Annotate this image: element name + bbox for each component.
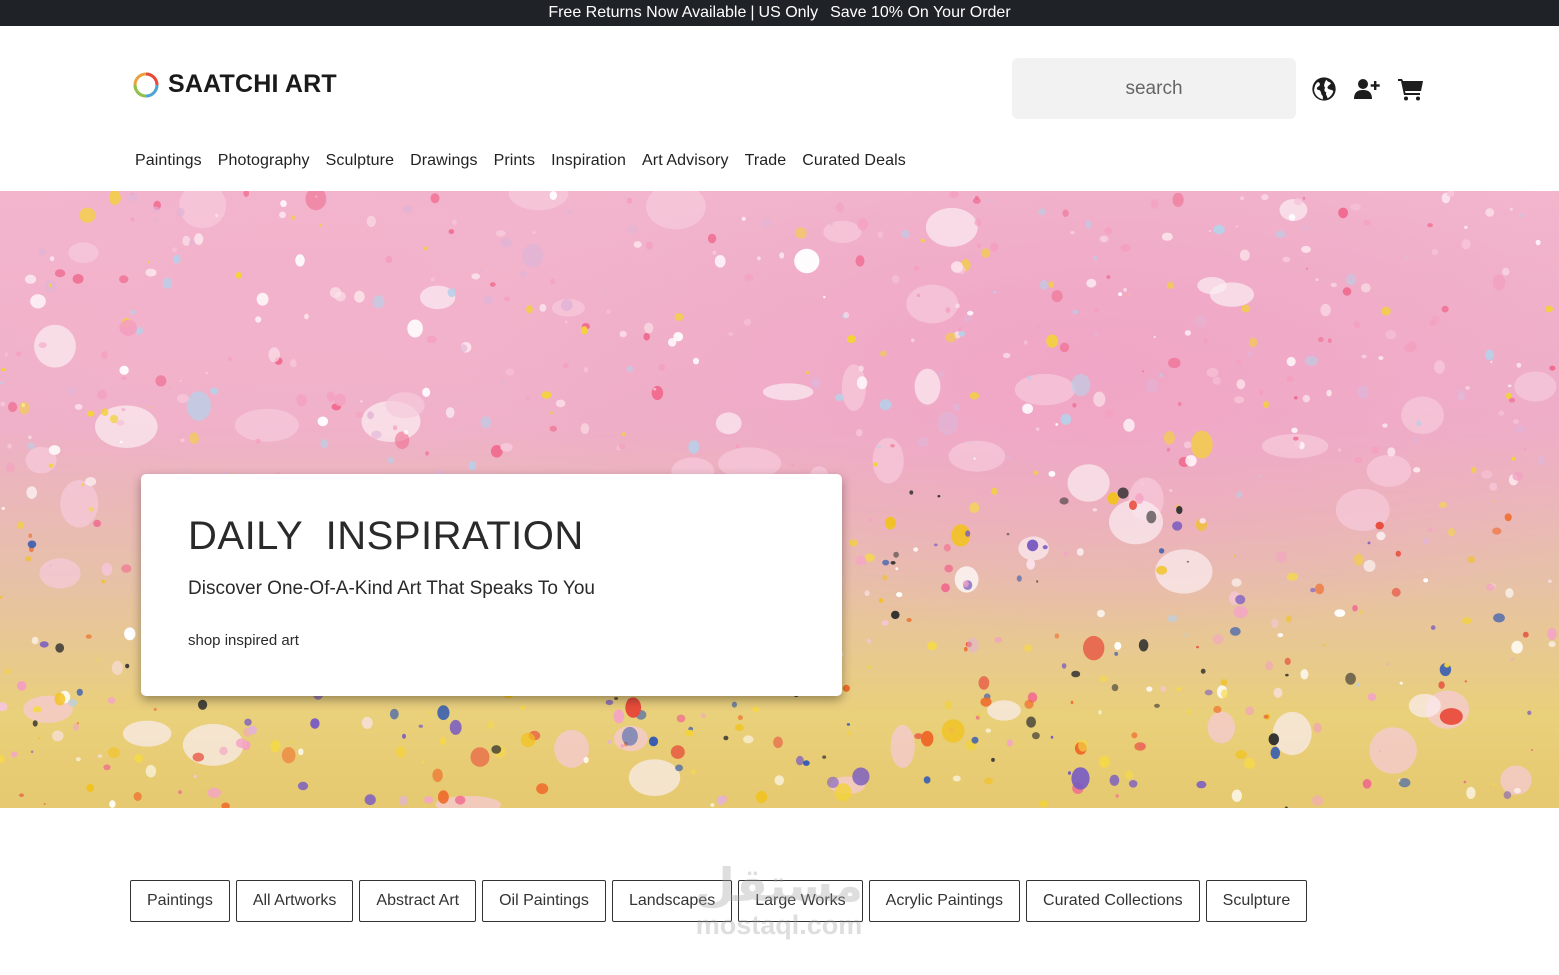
brand-logo[interactable]: SAATCHI ART <box>132 70 337 99</box>
chip-oil-paintings[interactable]: Oil Paintings <box>482 880 606 922</box>
promo-bar: Free Returns Now Available | US Only Sav… <box>0 0 1559 26</box>
user-plus-icon <box>1354 79 1380 99</box>
hero-subtitle: Discover One-Of-A-Kind Art That Speaks T… <box>188 578 595 599</box>
chip-sculpture[interactable]: Sculpture <box>1205 880 1308 922</box>
chip-paintings[interactable]: Paintings <box>130 880 230 922</box>
nav-sculpture[interactable]: Sculpture <box>326 152 395 170</box>
brand-name: SAATCHI ART <box>168 70 337 98</box>
nav-curated-deals[interactable]: Curated Deals <box>802 152 906 170</box>
promo-us-only: US Only <box>758 4 819 21</box>
nav-prints[interactable]: Prints <box>494 152 536 170</box>
hero-card: DAILY INSPIRATION Discover One-Of-A-Kind… <box>141 474 842 696</box>
nav-photography[interactable]: Photography <box>218 152 310 170</box>
chip-acrylic-paintings[interactable]: Acrylic Paintings <box>868 880 1021 922</box>
category-chips: Paintings All Artworks Abstract Art Oil … <box>130 880 1308 922</box>
main-nav: Paintings Photography Sculpture Drawings… <box>135 152 922 170</box>
promo-save-offer: Save 10% On Your Order <box>830 4 1011 21</box>
locale-button[interactable] <box>1308 73 1340 105</box>
nav-drawings[interactable]: Drawings <box>410 152 478 170</box>
promo-free-returns: Free Returns Now Available <box>548 4 747 21</box>
chip-landscapes[interactable]: Landscapes <box>611 880 733 922</box>
globe-icon <box>1312 77 1336 101</box>
cart-icon <box>1398 79 1423 101</box>
chip-abstract-art[interactable]: Abstract Art <box>359 880 477 922</box>
search-input[interactable] <box>1012 58 1296 119</box>
saatchi-logo-icon <box>133 72 159 97</box>
shop-inspired-art-link[interactable]: shop inspired art <box>188 632 299 649</box>
chip-all-artworks[interactable]: All Artworks <box>235 880 354 922</box>
chip-curated-collections[interactable]: Curated Collections <box>1026 880 1200 922</box>
account-button[interactable] <box>1351 73 1383 105</box>
hero-title: DAILY INSPIRATION <box>188 514 584 558</box>
nav-trade[interactable]: Trade <box>745 152 787 170</box>
nav-art-advisory[interactable]: Art Advisory <box>642 152 729 170</box>
site-header: SAATCHI ART Paintings Photography Sculpt… <box>0 26 1559 169</box>
chip-large-works[interactable]: Large Works <box>738 880 863 922</box>
promo-separator: | <box>750 4 755 21</box>
nav-paintings[interactable]: Paintings <box>135 152 202 170</box>
cart-button[interactable] <box>1395 73 1427 105</box>
nav-inspiration[interactable]: Inspiration <box>551 152 626 170</box>
